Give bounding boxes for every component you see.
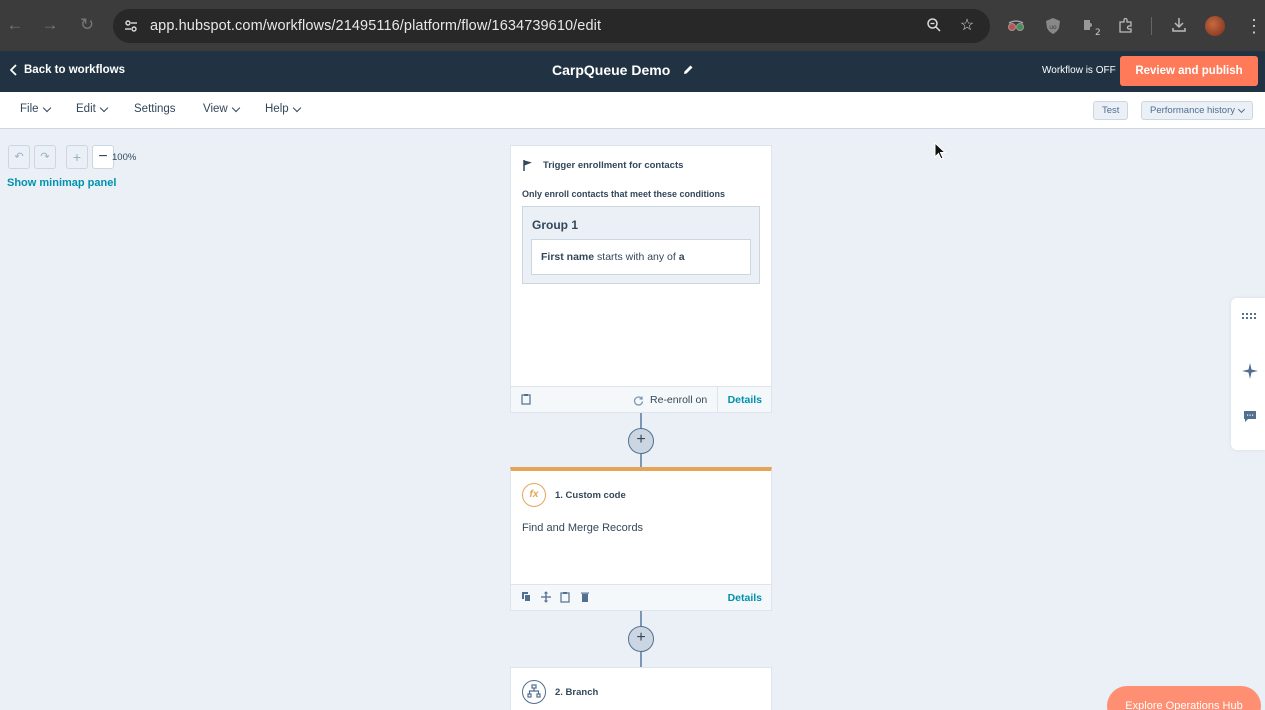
zoom-icon[interactable] — [925, 17, 943, 35]
branch-card[interactable]: 2. Branch — [510, 667, 772, 710]
condition-operator: starts with any of — [597, 251, 676, 263]
back-arrow-icon[interactable]: ← — [6, 16, 24, 34]
redo-icon[interactable]: ↷ — [34, 145, 56, 169]
more-vert-icon[interactable]: ⋮ — [1245, 15, 1263, 37]
trash-icon[interactable] — [579, 591, 591, 603]
back-to-workflows-link[interactable]: Back to workflows — [10, 64, 125, 76]
forward-arrow-icon[interactable]: → — [41, 16, 59, 34]
workflow-status: Workflow is OFF — [1042, 65, 1116, 76]
svg-text:2: 2 — [1095, 28, 1101, 36]
editor-menubar: File Edit Settings View Help Test Perfor… — [0, 92, 1265, 129]
reenroll-label: Re-enroll on — [650, 394, 708, 406]
trigger-details-link[interactable]: Details — [728, 394, 762, 406]
workflow-title[interactable]: CarpQueue Demo — [552, 62, 670, 78]
right-side-rail — [1231, 298, 1265, 450]
explore-operations-hub-button[interactable]: Explore Operations Hub — [1107, 686, 1261, 710]
menu-settings[interactable]: Settings — [134, 103, 176, 115]
test-button[interactable]: Test — [1093, 101, 1129, 120]
footer-divider — [717, 387, 718, 413]
back-label[interactable]: Back to workflows — [24, 64, 125, 76]
custom-code-card[interactable]: fx 1. Custom code Find and Merge Records… — [510, 467, 772, 611]
trigger-card-footer: Re-enroll on Details — [511, 386, 771, 413]
trigger-subtitle: Only enroll contacts that meet these con… — [522, 189, 726, 199]
review-and-publish-button[interactable]: Review and publish — [1120, 56, 1258, 86]
menu-file[interactable]: File — [20, 103, 51, 115]
site-settings-icon[interactable] — [123, 18, 139, 34]
show-minimap-link[interactable]: Show minimap panel — [7, 177, 116, 189]
condition-property: First name — [541, 251, 595, 263]
menu-view[interactable]: View — [203, 103, 240, 115]
workflow-header: Back to workflows CarpQueue Demo Workflo… — [0, 51, 1265, 92]
chevron-down-icon — [42, 103, 51, 112]
extension-shield-icon[interactable]: uo — [1043, 16, 1063, 36]
reload-icon[interactable]: ↻ — [78, 16, 96, 34]
zoom-in-icon[interactable]: + — [66, 145, 88, 169]
branch-icon — [522, 680, 546, 704]
extension-glasses-icon[interactable] — [1006, 16, 1026, 36]
group-title: Group 1 — [532, 218, 579, 232]
extensions-menu-icon[interactable] — [1116, 16, 1136, 36]
clipboard-icon[interactable] — [559, 591, 571, 603]
step1-details-link[interactable]: Details — [728, 592, 762, 604]
download-icon[interactable] — [1169, 16, 1189, 36]
custom-code-title-row: fx 1. Custom code — [522, 483, 626, 507]
canvas-controls: ↶ ↷ + − — [8, 145, 114, 169]
chat-icon[interactable] — [1242, 410, 1258, 426]
chevron-down-icon — [231, 103, 240, 112]
zoom-out-icon[interactable]: − — [92, 145, 114, 169]
chevron-down-icon — [292, 103, 301, 112]
menu-help[interactable]: Help — [265, 103, 301, 115]
chevron-down-icon — [1237, 105, 1246, 113]
sparkle-ai-icon[interactable] — [1242, 363, 1258, 379]
workflow-title-group: CarpQueue Demo — [552, 62, 694, 78]
custom-code-card-footer: Details — [511, 584, 771, 610]
zoom-level: 100% — [112, 152, 137, 163]
performance-history-button[interactable]: Performance history — [1141, 101, 1254, 120]
refresh-icon — [633, 395, 644, 406]
url-text[interactable]: app.hubspot.com/workflows/21495116/platf… — [150, 18, 601, 34]
clipboard-icon[interactable] — [520, 393, 532, 405]
reenroll-toggle[interactable]: Re-enroll on — [633, 394, 707, 406]
chevron-left-icon — [10, 64, 17, 76]
mouse-cursor-icon — [934, 142, 946, 160]
trigger-card[interactable]: Trigger enrollment for contacts Only enr… — [510, 145, 772, 413]
branch-title-row: 2. Branch — [522, 680, 598, 704]
step2-title: 2. Branch — [555, 686, 599, 698]
menu-edit[interactable]: Edit — [76, 103, 109, 115]
bookmark-star-icon[interactable]: ☆ — [958, 17, 976, 35]
apps-grid-icon[interactable] — [1242, 310, 1258, 326]
address-bar[interactable]: app.hubspot.com/workflows/21495116/platf… — [113, 9, 990, 43]
svg-text:uo: uo — [1049, 24, 1057, 31]
profile-avatar[interactable] — [1205, 16, 1225, 36]
filter-condition[interactable]: First name starts with any of a — [531, 239, 751, 275]
chevron-down-icon — [99, 103, 109, 112]
condition-group[interactable]: Group 1 First name starts with any of a — [522, 206, 760, 284]
step1-title: 1. Custom code — [555, 489, 626, 501]
browser-toolbar: ← → ↻ app.hubspot.com/workflows/21495116… — [0, 0, 1265, 51]
step1-description: Find and Merge Records — [522, 522, 644, 534]
undo-icon[interactable]: ↶ — [8, 145, 30, 169]
toolbar-divider — [1151, 17, 1152, 35]
flag-icon — [523, 160, 532, 171]
trigger-title: Trigger enrollment for contacts — [543, 160, 684, 171]
extension-puzzle-icon[interactable]: 2 — [1080, 16, 1101, 38]
move-icon[interactable] — [540, 591, 552, 603]
add-action-button[interactable]: + — [628, 626, 654, 652]
pencil-edit-icon[interactable] — [682, 64, 694, 76]
trigger-title-row: Trigger enrollment for contacts — [522, 159, 683, 172]
condition-value: a — [678, 251, 685, 263]
copy-icon[interactable] — [520, 591, 532, 603]
custom-code-fx-icon: fx — [522, 483, 546, 507]
add-action-button[interactable]: + — [628, 428, 654, 454]
